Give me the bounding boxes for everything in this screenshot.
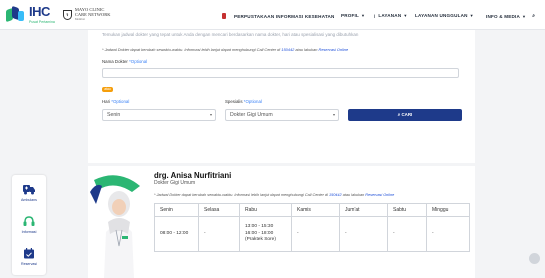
nav-info-media[interactable]: INFO & MEDIA ▼ ⌕ xyxy=(486,13,535,19)
mayo-shield-icon: ⚕ xyxy=(62,9,72,20)
search-icon[interactable]: ⌕ xyxy=(532,13,535,19)
schedule-table: Senin Selasa Rabu Kamis Jum'at Sabtu Min… xyxy=(154,203,470,252)
reservasi-button[interactable]: Reservasi xyxy=(12,242,46,272)
chevron-down-icon: ▾ xyxy=(209,112,212,117)
book-icon xyxy=(222,13,226,19)
doctor-card: drg. Anisa Nurfitriani Dokter Gigi Umum … xyxy=(88,166,475,278)
informasi-button[interactable]: Informasi xyxy=(12,210,46,240)
form-intro: Temukan jadwal dokter yang tepat untuk A… xyxy=(102,32,359,37)
mayo-line3: Member xyxy=(74,17,86,21)
nav-layanan[interactable]: | LAYANAN ▼ xyxy=(374,13,408,18)
hari-select[interactable]: Senin ▾ xyxy=(102,109,216,121)
schedule-note: * Jadwal Dokter dapat berubah sewaktu-wa… xyxy=(102,47,349,52)
schedule-row: 08:00 - 12:00 - 13:00 - 15:30 16:00 - 18… xyxy=(154,216,470,252)
hari-label: Hari *Optional xyxy=(102,99,130,104)
chevron-down-icon: ▼ xyxy=(469,13,474,18)
nama-dokter-label: Nama Dokter *Optional xyxy=(102,59,148,64)
quick-actions: Ambulans Informasi Reservasi xyxy=(12,175,46,275)
nav-label: LAYANAN UNGGULAN xyxy=(415,13,468,18)
doctor-photo xyxy=(88,170,150,278)
nav-profil[interactable]: PROFIL ▼ xyxy=(341,13,365,18)
schedule-slot-note: (Praktek Sore) xyxy=(245,237,276,243)
nama-dokter-input[interactable] xyxy=(102,68,459,78)
doctor-search-form: Temukan jadwal dokter yang tepat untuk A… xyxy=(88,30,475,163)
reservasi-online-link[interactable]: Reservasi Online xyxy=(365,193,394,197)
ambulans-button[interactable]: Ambulans xyxy=(12,178,46,208)
nav-label: INFO & MEDIA xyxy=(486,13,521,19)
calendar-check-icon xyxy=(24,248,34,259)
chevron-down-icon: ▼ xyxy=(361,13,366,18)
chevron-down-icon: ▾ xyxy=(332,112,335,117)
day-header: Minggu xyxy=(426,203,470,217)
scroll-to-top-button[interactable] xyxy=(529,253,540,264)
ihc-logo[interactable]: IHC Pusat Pertamina xyxy=(6,4,55,25)
nav-label: PROFIL xyxy=(341,13,360,18)
reservasi-label: Reservasi xyxy=(21,262,37,266)
ambulans-label: Ambulans xyxy=(21,198,37,202)
doctor-name: drg. Anisa Nurfitriani xyxy=(154,171,232,180)
reservasi-online-link[interactable]: Reservasi Online xyxy=(319,47,349,52)
cari-label: CARI xyxy=(401,112,413,117)
nav-label: LAYANAN xyxy=(378,13,402,18)
cari-button[interactable]: ⌕ CARI xyxy=(348,109,462,121)
schedule-cell: - xyxy=(339,216,388,252)
nav-layanan-unggulan[interactable]: LAYANAN UNGGULAN ▼ xyxy=(415,13,474,18)
schedule-cell: 08:00 - 12:00 xyxy=(154,216,199,252)
doctor-schedule-note: * Jadwal Dokter dapat berubah sewaktu-wa… xyxy=(154,193,395,197)
spesialis-label: Spesialis *Optional xyxy=(225,99,262,104)
day-header: Sabtu xyxy=(387,203,427,217)
atau-badge: atau xyxy=(102,87,113,92)
chevron-down-icon: ▼ xyxy=(522,13,527,19)
divider: | xyxy=(374,13,376,18)
ihc-logo-icon xyxy=(6,5,26,25)
day-header: Rabu xyxy=(239,203,292,217)
nav-perpustakaan[interactable]: PERPUSTAKAAN INFORMASI KESEHATAN xyxy=(222,13,335,19)
doctor-specialty: Dokter Gigi Umum xyxy=(154,180,196,186)
schedule-cell: - xyxy=(387,216,427,252)
schedule-cell-multi: 13:00 - 15:30 16:00 - 18:00 (Praktek Sor… xyxy=(239,216,292,252)
ambulance-icon xyxy=(23,185,35,195)
schedule-cell: - xyxy=(426,216,470,252)
day-header: Jum'at xyxy=(339,203,388,217)
spesialis-value: Dokter Gigi Umum xyxy=(230,112,273,118)
informasi-label: Informasi xyxy=(21,230,37,234)
chevron-down-icon: ▼ xyxy=(403,13,408,18)
nav-label: PERPUSTAKAAN INFORMASI KESEHATAN xyxy=(234,13,335,19)
schedule-cell: - xyxy=(198,216,240,252)
schedule-cell: - xyxy=(291,216,340,252)
search-icon: ⌕ xyxy=(397,112,401,117)
mayo-clinic-logo[interactable]: ⚕ MAYO CLINIC CARE NETWORK Member xyxy=(62,7,111,21)
day-header: Senin xyxy=(154,203,199,217)
call-center-link[interactable]: 150442 xyxy=(281,47,294,52)
schedule-slot: 13:00 - 15:30 xyxy=(245,224,274,230)
call-center-link[interactable]: 150442 xyxy=(329,193,342,197)
logo-title: IHC xyxy=(29,4,50,20)
schedule-header-row: Senin Selasa Rabu Kamis Jum'at Sabtu Min… xyxy=(154,203,470,217)
headset-icon xyxy=(23,216,35,226)
spesialis-select[interactable]: Dokter Gigi Umum ▾ xyxy=(225,109,339,121)
day-header: Selasa xyxy=(198,203,240,217)
day-header: Kamis xyxy=(291,203,340,217)
schedule-slot: 16:00 - 18:00 xyxy=(245,230,274,236)
logo-subtitle: Pusat Pertamina xyxy=(29,20,55,25)
hari-value: Senin xyxy=(107,112,121,118)
